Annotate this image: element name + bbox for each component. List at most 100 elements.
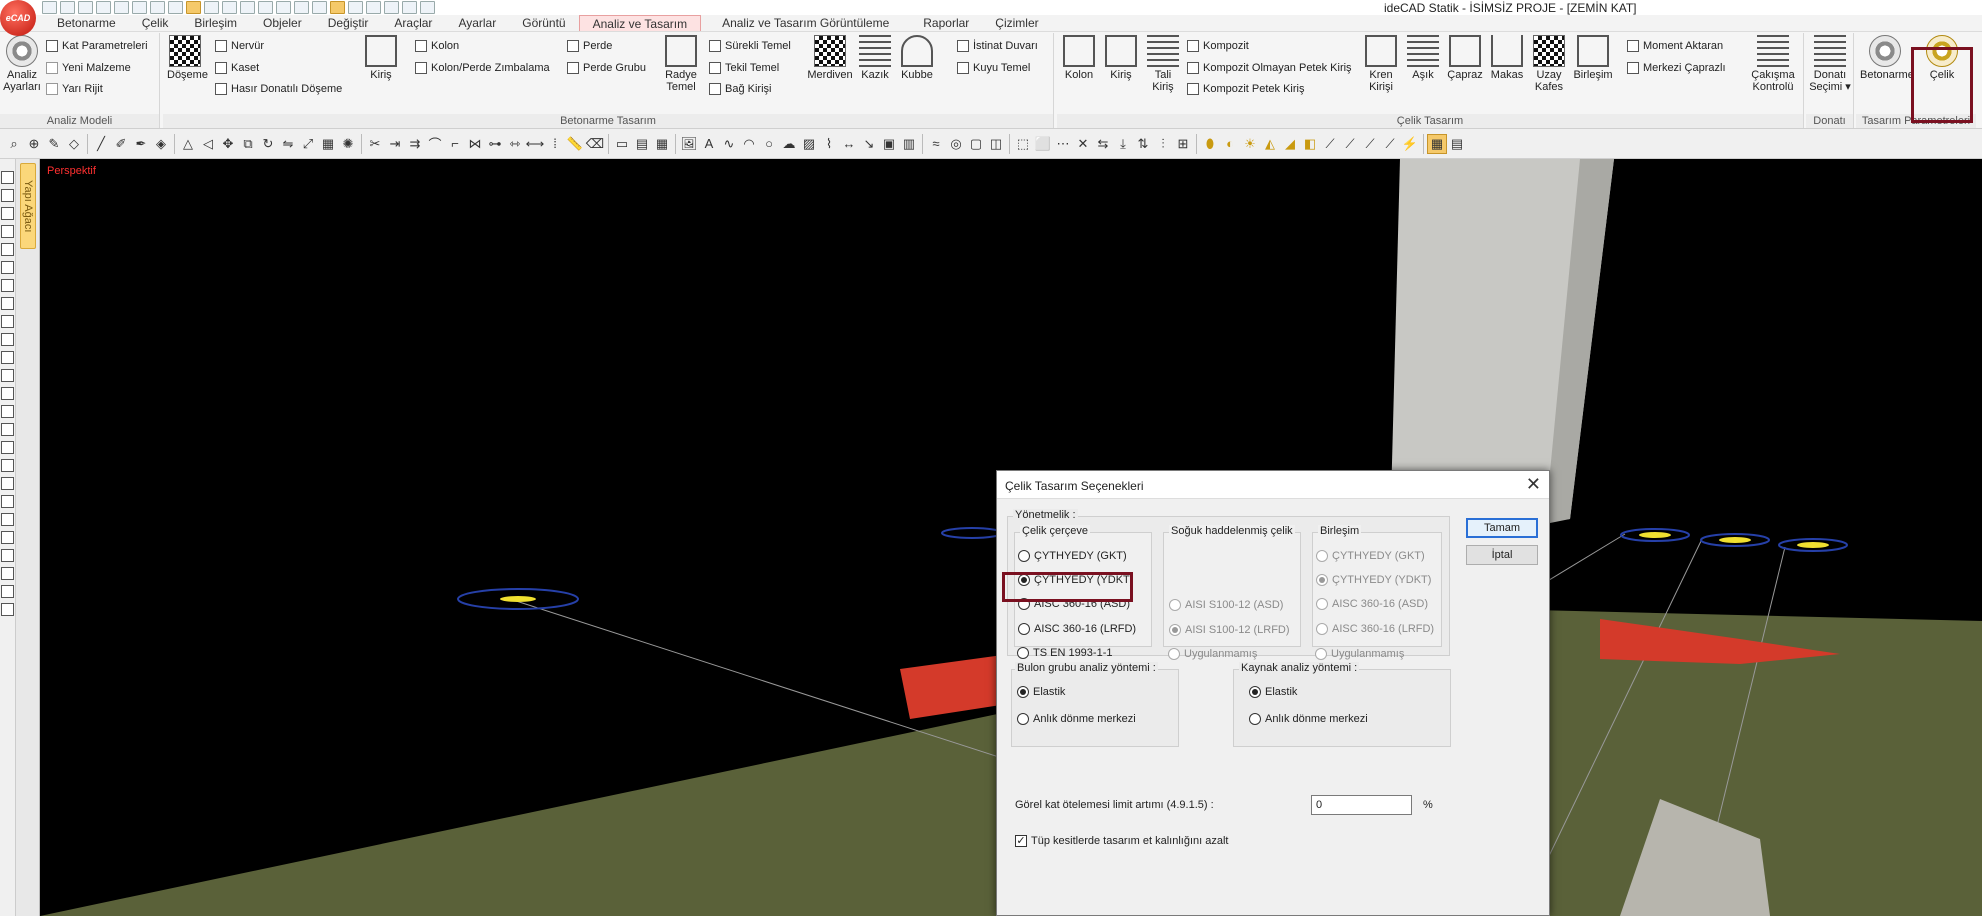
- line-icon[interactable]: ╱: [91, 134, 111, 154]
- bolt-option-0[interactable]: Elastik: [1017, 684, 1065, 700]
- tab-celik[interactable]: Çelik: [129, 15, 182, 31]
- tag-icon[interactable]: [1, 585, 14, 598]
- node-icon[interactable]: [1, 477, 14, 490]
- rebar-icon[interactable]: [1, 369, 14, 382]
- kuyu-temel-button[interactable]: Kuyu Temel: [957, 60, 1030, 76]
- binoculars-icon[interactable]: [1, 603, 14, 616]
- building-icon[interactable]: [1, 567, 14, 580]
- weld-option-1[interactable]: Anlık dönme merkezi: [1249, 711, 1368, 727]
- surekli-temel-button[interactable]: Sürekli Temel: [709, 38, 791, 54]
- perde-button[interactable]: Perde: [567, 38, 612, 54]
- kubbe-button[interactable]: Kubbe: [899, 35, 935, 81]
- chart-icon[interactable]: ⟋: [1320, 134, 1340, 154]
- pin-icon[interactable]: ⬮: [1200, 134, 1220, 154]
- conn-option-3[interactable]: AISC 360-16 (LRFD): [1316, 621, 1434, 637]
- tali-kiris-button[interactable]: Tali Kiriş: [1145, 35, 1181, 93]
- copy-icon[interactable]: [1, 405, 14, 418]
- circle-icon[interactable]: ○: [759, 134, 779, 154]
- perde-grubu-button[interactable]: Perde Grubu: [567, 60, 646, 76]
- layers-icon[interactable]: [1, 189, 14, 202]
- scale-icon[interactable]: ⤢: [298, 134, 318, 154]
- kompozit-olmayan-petek-kiris-button[interactable]: Kompozit Olmayan Petek Kiriş: [1187, 60, 1352, 76]
- foundation-icon[interactable]: [1, 315, 14, 328]
- hasir-button[interactable]: Hasır Donatılı Döşeme: [215, 81, 342, 97]
- select-icon[interactable]: ⬚: [1013, 134, 1033, 154]
- tab-betonarme[interactable]: Betonarme: [44, 15, 129, 31]
- save-all-icon[interactable]: [114, 1, 129, 14]
- attribute-icon[interactable]: ▥: [899, 134, 919, 154]
- cloud-icon[interactable]: ☁: [779, 134, 799, 154]
- filter-icon[interactable]: ⋯: [1053, 134, 1073, 154]
- spline-icon[interactable]: ∿: [719, 134, 739, 154]
- dimension-icon[interactable]: ↔: [839, 134, 859, 154]
- image-icon[interactable]: 🖼: [679, 134, 699, 154]
- betonarme-param-button[interactable]: Betonarme: [1860, 35, 1914, 81]
- measure-icon[interactable]: [384, 1, 399, 14]
- kolon-perde-zimbalama-button[interactable]: Kolon/Perde Zımbalama: [415, 60, 550, 76]
- layer-icon[interactable]: ◎: [946, 134, 966, 154]
- grid-icon[interactable]: [186, 1, 201, 14]
- copy-icon[interactable]: ⧉: [238, 134, 258, 154]
- select-window-icon[interactable]: ⬜: [1033, 134, 1053, 154]
- offset-icon[interactable]: ⇉: [405, 134, 425, 154]
- chamfer-icon[interactable]: ⌐: [445, 134, 465, 154]
- open-folder-icon[interactable]: [78, 1, 93, 14]
- conn-option-4[interactable]: Uygulanmamış: [1315, 646, 1404, 662]
- transfer-icon[interactable]: ⇆: [1093, 134, 1113, 154]
- camera-icon[interactable]: ◭: [1260, 134, 1280, 154]
- tile-icon[interactable]: ◫: [986, 134, 1006, 154]
- align-icon[interactable]: [222, 1, 237, 14]
- istinat-duvari-button[interactable]: İstinat Duvarı: [957, 38, 1038, 54]
- tab-goruntu[interactable]: Görüntü: [509, 15, 578, 31]
- eraser-icon[interactable]: ◇: [64, 134, 84, 154]
- kaset-button[interactable]: Kaset: [215, 60, 259, 76]
- cold-option-1[interactable]: AISI S100-12 (LRFD): [1169, 622, 1290, 638]
- slab-icon[interactable]: [1, 279, 14, 292]
- doseme-button[interactable]: Döşeme: [167, 35, 208, 81]
- kazik-button[interactable]: Kazık: [857, 35, 893, 81]
- conn-option-1[interactable]: ÇYTHYEDY (YDKT): [1316, 572, 1431, 588]
- celik-kiris-button[interactable]: Kiriş: [1103, 35, 1139, 81]
- lengthen-icon[interactable]: ⟷: [525, 134, 545, 154]
- undo-icon[interactable]: [132, 1, 147, 14]
- pencil-icon[interactable]: ✎: [44, 134, 64, 154]
- capraz-button[interactable]: Çapraz: [1447, 35, 1483, 81]
- bracket-icon[interactable]: [1, 531, 14, 544]
- material-icon[interactable]: ◧: [1300, 134, 1320, 154]
- rectangle-icon[interactable]: ▭: [612, 134, 632, 154]
- plot-icon[interactable]: ⟋: [1360, 134, 1380, 154]
- frame-option-3[interactable]: AISC 360-16 (LRFD): [1018, 621, 1136, 637]
- trim-icon[interactable]: [348, 1, 363, 14]
- stretch-icon[interactable]: ⇿: [505, 134, 525, 154]
- hatch-icon[interactable]: ▨: [799, 134, 819, 154]
- tree-icon[interactable]: [1, 171, 14, 184]
- export-icon[interactable]: ⤓: [1113, 134, 1133, 154]
- close-icon[interactable]: ✕: [1526, 474, 1541, 494]
- arc-icon[interactable]: ◠: [739, 134, 759, 154]
- tab-degistir[interactable]: Değiştir: [315, 15, 382, 31]
- node-icon[interactable]: [294, 1, 309, 14]
- yeni-malzeme-button[interactable]: Yeni Malzeme: [46, 60, 131, 76]
- beam-icon[interactable]: [1, 225, 14, 238]
- line-icon[interactable]: [1, 495, 14, 508]
- new-file-icon[interactable]: [60, 1, 75, 14]
- cold-option-0[interactable]: AISI S100-12 (ASD): [1169, 597, 1283, 613]
- home-icon[interactable]: [42, 1, 57, 14]
- drift-input[interactable]: 0: [1311, 795, 1412, 815]
- curve-icon[interactable]: ⟋: [1380, 134, 1400, 154]
- radye-temel-button[interactable]: Radye Temel: [663, 35, 699, 93]
- clear-icon[interactable]: ✕: [1073, 134, 1093, 154]
- tab-araclar[interactable]: Araçlar: [381, 15, 445, 31]
- selection-icon[interactable]: [330, 1, 345, 14]
- text-icon[interactable]: A: [699, 134, 719, 154]
- tekil-temel-button[interactable]: Tekil Temel: [709, 60, 779, 76]
- mirror-icon[interactable]: ⇋: [278, 134, 298, 154]
- celik-param-button[interactable]: Çelik: [1918, 35, 1966, 81]
- window-icon[interactable]: [168, 1, 183, 14]
- nervur-button[interactable]: Nervür: [215, 38, 264, 54]
- kren-kirisi-button[interactable]: Kren Kirişi: [1363, 35, 1399, 93]
- tab-analiz-goruntuleme[interactable]: Analiz ve Tasarım Görüntüleme: [709, 15, 902, 31]
- tamam-button[interactable]: Tamam: [1466, 518, 1538, 538]
- tab-cizimler[interactable]: Çizimler: [982, 15, 1051, 31]
- explode-icon[interactable]: ✺: [338, 134, 358, 154]
